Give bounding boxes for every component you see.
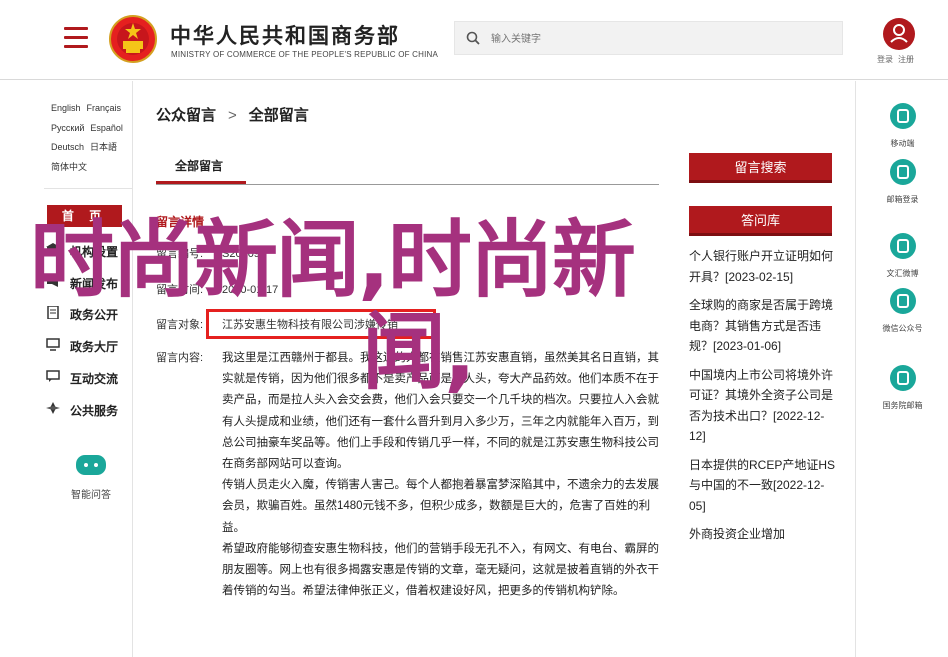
breadcrumb-sep: > <box>228 107 237 124</box>
document-icon <box>47 306 59 319</box>
wechat-icon <box>889 288 916 314</box>
smart-qa-button[interactable]: 智能问答 <box>66 455 116 501</box>
user-icon[interactable] <box>883 18 915 50</box>
message-search-button[interactable]: 留言搜索 <box>689 153 832 183</box>
nav-item-public-affairs[interactable]: 政务公开 <box>46 303 134 323</box>
national-emblem-icon <box>109 15 157 63</box>
nav-item-interaction[interactable]: 互动交流 <box>46 367 134 387</box>
nav-item-services[interactable]: 公共服务 <box>46 399 134 419</box>
search-box <box>454 21 843 55</box>
list-item[interactable]: 外商投资企业增加 <box>689 524 837 545</box>
language-list: English Français Русский Español Deutsch 日本… <box>51 99 136 177</box>
chat-icon <box>46 370 60 382</box>
lang-chinese[interactable]: 简体中文 <box>51 158 87 178</box>
mail-icon <box>889 159 916 185</box>
nav-item-organization[interactable]: 机构设置 <box>46 240 134 260</box>
list-item[interactable]: 中国境内上市公司将境外许可证？其境外全资子公司是否为技术出口？[2022-12-… <box>689 365 837 447</box>
breadcrumb-item[interactable]: 全部留言 <box>249 107 309 124</box>
lang-english[interactable]: English <box>51 99 81 119</box>
paragraph: 传销人员走火入魔，传销害人害己。每个人都抱着暴富梦深陷其中，不遗余力的去发展会员… <box>222 479 659 534</box>
nav-label: 机构设置 <box>70 245 119 259</box>
nav-label: 政务公开 <box>70 308 119 322</box>
left-sidebar: English Français Русский Español Deutsch 日本… <box>44 81 133 657</box>
faq-button[interactable]: 答问库 <box>689 206 832 236</box>
share-label: 国务院邮箱 <box>882 401 923 410</box>
at-icon <box>889 365 916 391</box>
tab-all-messages[interactable]: 全部留言 <box>156 152 246 184</box>
share-email[interactable]: 国务院邮箱 <box>856 365 948 411</box>
meta-value: 2020-01-17 <box>222 284 279 296</box>
list-item[interactable]: 全球购的商家是否属于跨境电商？其销售方式是否违规？[2023-01-06] <box>689 295 837 357</box>
meta-row: 留言时间: 2020-01-17 <box>156 281 278 297</box>
site-subtitle: MINISTRY OF COMMERCE OF THE PEOPLE'S REP… <box>171 50 439 59</box>
section-title: 留言详情 <box>156 215 205 229</box>
nav-label: 互动交流 <box>70 372 119 386</box>
nav-item-news[interactable]: 新闻发布 <box>46 272 134 292</box>
faq-list: 个人银行账户开立证明如何开具？[2023-02-15] 全球购的商家是否属于跨境… <box>689 246 837 553</box>
paragraph: 我这里是江西赣州于都县。我这边的人都在销售江苏安惠直销，虽然美其名日直销，其实就… <box>222 352 659 471</box>
highlight-box <box>206 309 436 339</box>
search-icon[interactable] <box>466 31 480 45</box>
share-bar: 移动端 邮箱登录 文汇微博 微信公众号 国务院邮箱 <box>855 81 948 657</box>
share-label: 邮箱登录 <box>886 195 919 204</box>
content-label: 留言内容: <box>156 352 204 364</box>
divider <box>44 188 133 189</box>
share-mobile[interactable]: 移动端 <box>856 103 948 149</box>
meta-value: S202097 <box>222 248 267 260</box>
divider <box>156 184 659 185</box>
message-body: 我这里是江西赣州于都县。我这边的人都在销售江苏安惠直销，虽然美其名日直销，其实就… <box>222 348 662 602</box>
app-label: 智能问答 <box>71 490 111 501</box>
share-label: 移动端 <box>890 139 915 148</box>
lang-japanese[interactable]: 日本語 <box>90 138 117 158</box>
meta-key: 留言编号: <box>156 248 204 260</box>
list-item[interactable]: 日本提供的RCEP产地证HS与中国的不一致[2022-12-05] <box>689 455 837 517</box>
share-label: 微信公众号 <box>882 324 923 333</box>
monitor-icon <box>46 338 60 351</box>
lang-spanish[interactable]: Español <box>90 119 123 139</box>
mobile-icon <box>889 103 916 129</box>
site-title[interactable]: 中华人民共和国商务部 <box>170 20 400 50</box>
lang-french[interactable]: Français <box>87 99 122 119</box>
login-link[interactable]: 登录 <box>877 55 893 64</box>
share-mail[interactable]: 邮箱登录 <box>856 159 948 205</box>
lang-german[interactable]: Deutsch <box>51 138 84 158</box>
breadcrumb-item[interactable]: 公众留言 <box>156 107 216 124</box>
nav-home[interactable]: 首 页 <box>47 205 122 227</box>
breadcrumb: 公众留言 > 全部留言 <box>156 104 309 125</box>
building-icon <box>46 243 60 255</box>
paragraph: 希望政府能够彻查安惠生物科技，他们的营销手段无孔不入，有网文、有电台、霸屏的朋友… <box>222 542 659 598</box>
register-link[interactable]: 注册 <box>898 55 914 64</box>
share-wechat[interactable]: 微信公众号 <box>856 288 948 334</box>
nav-label: 政务大厅 <box>70 340 119 354</box>
user-links: 登录 注册 <box>877 54 919 65</box>
nav-label: 新闻发布 <box>70 277 119 291</box>
weibo-icon <box>889 233 916 259</box>
list-item[interactable]: 个人银行账户开立证明如何开具？[2023-02-15] <box>689 246 837 287</box>
megaphone-icon <box>47 276 58 287</box>
nav-label: 公共服务 <box>70 404 119 418</box>
menu-icon[interactable] <box>64 27 88 49</box>
meta-key: 留言时间: <box>156 284 204 296</box>
site-header: 中华人民共和国商务部 MINISTRY OF COMMERCE OF THE P… <box>0 0 948 80</box>
lang-russian[interactable]: Русский <box>51 119 84 139</box>
share-weibo[interactable]: 文汇微博 <box>856 233 948 279</box>
service-icon <box>46 402 60 414</box>
share-label: 文汇微博 <box>886 269 919 278</box>
meta-row: 留言编号: S202097 <box>156 245 266 261</box>
search-input[interactable] <box>491 30 821 48</box>
robot-icon <box>76 455 106 475</box>
nav-item-hall[interactable]: 政务大厅 <box>46 335 134 355</box>
